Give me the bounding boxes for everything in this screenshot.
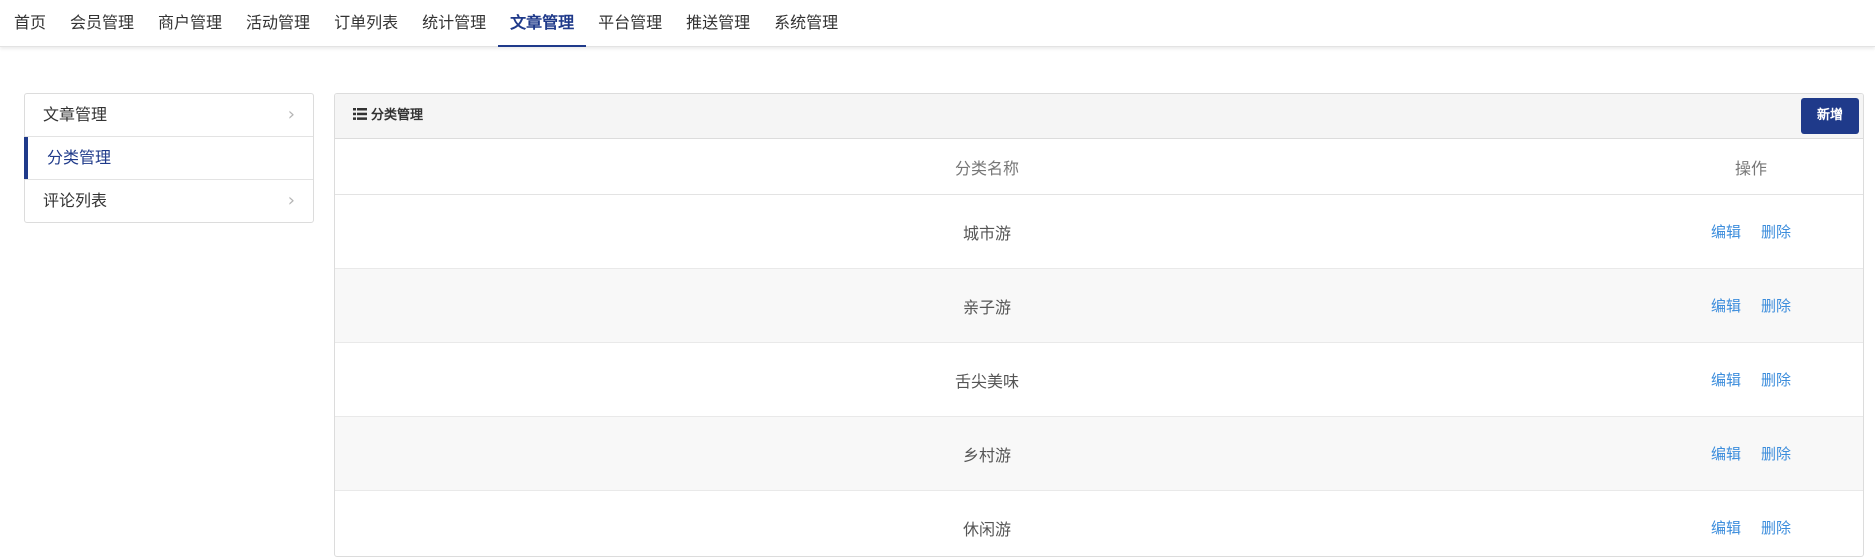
table-row: 城市游 编辑 删除 xyxy=(335,194,1863,269)
category-name: 乡村游 xyxy=(335,416,1639,491)
delete-link[interactable]: 删除 xyxy=(1761,223,1791,241)
edit-link[interactable]: 编辑 xyxy=(1711,371,1741,389)
edit-link[interactable]: 编辑 xyxy=(1711,445,1741,463)
column-header-actions: 操作 xyxy=(1639,139,1863,195)
delete-link[interactable]: 删除 xyxy=(1761,297,1791,315)
category-name: 城市游 xyxy=(335,194,1639,269)
sidebar-item-label: 文章管理 xyxy=(43,105,108,124)
nav-item-statistics[interactable]: 统计管理 xyxy=(410,0,498,47)
row-actions: 编辑 删除 xyxy=(1639,268,1863,343)
sidebar-item-label: 评论列表 xyxy=(43,191,108,210)
table-header-row: 分类名称 操作 xyxy=(335,139,1863,195)
delete-link[interactable]: 删除 xyxy=(1761,445,1791,463)
column-header-name: 分类名称 xyxy=(335,139,1639,195)
delete-link[interactable]: 删除 xyxy=(1761,371,1791,389)
edit-link[interactable]: 编辑 xyxy=(1711,519,1741,537)
row-actions: 编辑 删除 xyxy=(1639,490,1863,556)
nav-item-home[interactable]: 首页 xyxy=(2,0,58,47)
nav-item-system[interactable]: 系统管理 xyxy=(762,0,850,47)
row-actions: 编辑 删除 xyxy=(1639,342,1863,417)
category-name: 舌尖美味 xyxy=(335,342,1639,417)
category-table: 分类名称 操作 城市游 编辑 删除 亲子游 编辑 删除 舌尖美味 编辑 删除 乡… xyxy=(335,139,1863,556)
sidebar-item-articles[interactable]: 文章管理 › xyxy=(25,94,313,136)
table-row: 乡村游 编辑 删除 xyxy=(335,416,1863,491)
delete-link[interactable]: 删除 xyxy=(1761,519,1791,537)
nav-item-activities[interactable]: 活动管理 xyxy=(234,0,322,47)
panel-title-text: 分类管理 xyxy=(371,108,424,123)
sidebar-menu: 文章管理 › 分类管理 评论列表 › xyxy=(24,93,314,223)
sidebar-item-label: 分类管理 xyxy=(47,148,112,167)
panel-title: 分类管理 xyxy=(353,94,423,138)
chevron-right-icon: › xyxy=(287,104,295,125)
sidebar-item-comments[interactable]: 评论列表 › xyxy=(25,179,313,222)
category-name: 亲子游 xyxy=(335,268,1639,343)
edit-link[interactable]: 编辑 xyxy=(1711,297,1741,315)
nav-item-orders[interactable]: 订单列表 xyxy=(322,0,410,47)
table-row: 舌尖美味 编辑 删除 xyxy=(335,342,1863,417)
nav-item-merchants[interactable]: 商户管理 xyxy=(146,0,234,47)
category-name: 休闲游 xyxy=(335,490,1639,556)
row-actions: 编辑 删除 xyxy=(1639,416,1863,491)
chevron-right-icon: › xyxy=(287,190,295,211)
add-button[interactable]: 新增 xyxy=(1801,98,1859,134)
sidebar-item-categories[interactable]: 分类管理 xyxy=(24,136,313,179)
nav-item-platform[interactable]: 平台管理 xyxy=(586,0,674,47)
nav-item-push[interactable]: 推送管理 xyxy=(674,0,762,47)
nav-item-articles[interactable]: 文章管理 xyxy=(498,0,587,47)
panel-header: 分类管理 新增 xyxy=(335,94,1863,139)
table-row: 亲子游 编辑 删除 xyxy=(335,268,1863,343)
top-nav: 首页 会员管理 商户管理 活动管理 订单列表 统计管理 文章管理 平台管理 推送… xyxy=(0,0,1875,47)
nav-item-members[interactable]: 会员管理 xyxy=(58,0,146,47)
edit-link[interactable]: 编辑 xyxy=(1711,223,1741,241)
row-actions: 编辑 删除 xyxy=(1639,194,1863,269)
list-icon xyxy=(353,108,367,120)
category-panel: 分类管理 新增 分类名称 操作 城市游 编辑 删除 亲子游 编辑 删除 舌尖美味… xyxy=(334,93,1864,557)
table-row: 休闲游 编辑 删除 xyxy=(335,490,1863,556)
